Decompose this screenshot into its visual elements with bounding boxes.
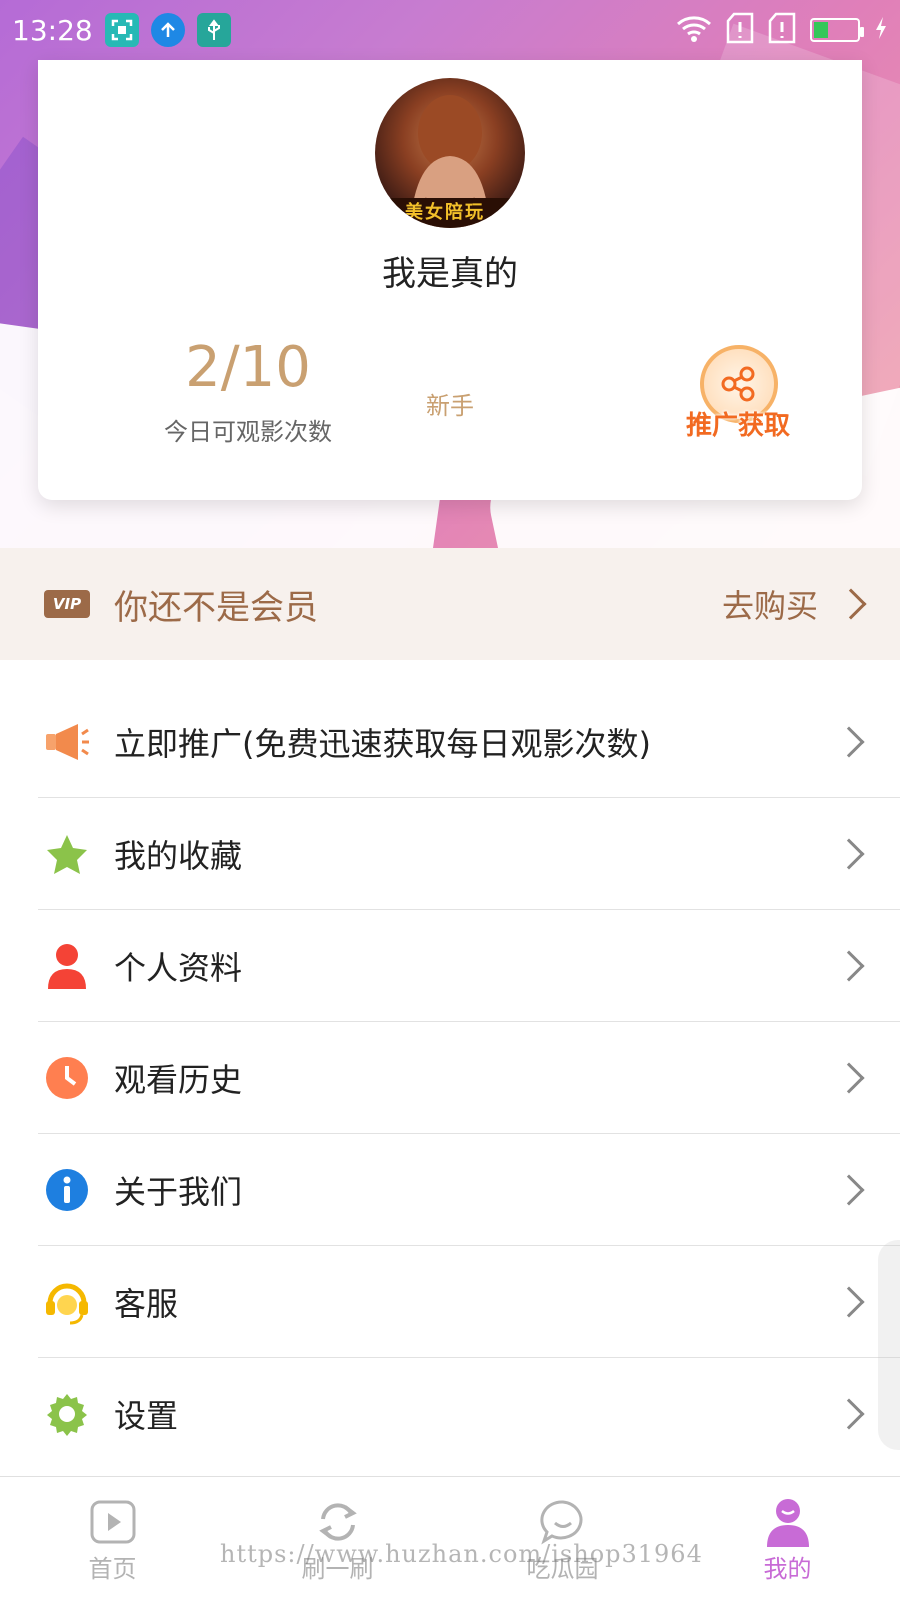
user-level: 新手 <box>426 392 474 420</box>
clock-icon <box>44 1055 90 1101</box>
person-icon <box>44 943 90 989</box>
chevron-right-icon <box>833 1062 865 1094</box>
chevron-right-icon <box>833 1398 865 1430</box>
sim1-icon <box>726 12 754 48</box>
menu-label-profile: 个人资料 <box>114 949 243 987</box>
menu-label-about: 关于我们 <box>114 1173 243 1211</box>
menu-item-about[interactable]: 关于我们 <box>0 1134 900 1246</box>
megaphone-icon <box>44 719 90 765</box>
usb-icon <box>196 13 231 47</box>
vip-buy-link[interactable]: 去购买 <box>722 581 818 627</box>
profile-icon <box>763 1497 813 1547</box>
chevron-right-icon <box>833 1286 865 1318</box>
bottom-tab-bar: 首页 刷一刷 吃瓜园 我的 <box>0 1476 900 1600</box>
wifi-icon <box>676 14 712 46</box>
daily-views-count: 2/10 <box>185 335 311 400</box>
tab-mine[interactable]: 我的 <box>718 1497 858 1584</box>
gear-icon <box>44 1391 90 1437</box>
avatar[interactable]: 美女陪玩 <box>375 78 525 228</box>
menu-list: 立即推广(免费迅速获取每日观影次数) 我的收藏 个人资料 观看历史 关于我们 客… <box>0 686 900 1470</box>
avatar-caption: 美女陪玩 <box>405 202 485 223</box>
vip-status-text: 你还不是会员 <box>114 587 318 628</box>
promo-button[interactable]: 推广获取 <box>668 345 808 455</box>
menu-label-favorites: 我的收藏 <box>114 837 243 875</box>
play-icon <box>88 1497 138 1547</box>
menu-label-promote: 立即推广(免费迅速获取每日观影次数) <box>114 725 651 763</box>
info-icon <box>44 1167 90 1213</box>
profile-card: 美女陪玩 我是真的 2/10 今日可观影次数 新手 推广获取 <box>38 60 862 500</box>
daily-views-label: 今日可观影次数 <box>164 418 332 446</box>
upload-icon <box>150 13 185 47</box>
menu-label-support: 客服 <box>114 1285 179 1323</box>
menu-label-history: 观看历史 <box>114 1061 243 1099</box>
status-time: 13:28 <box>12 13 93 47</box>
promo-label: 推广获取 <box>685 411 790 441</box>
watermark: https://www.huzhan.com/ishop31964 <box>220 1540 703 1568</box>
menu-label-settings: 设置 <box>114 1397 179 1435</box>
tab-label-mine: 我的 <box>763 1555 812 1583</box>
vip-banner[interactable]: VIP 你还不是会员 去购买 <box>0 548 900 660</box>
chevron-right-icon <box>835 588 867 620</box>
sim2-icon <box>768 12 796 48</box>
charging-icon <box>874 16 888 44</box>
chevron-right-icon <box>833 1174 865 1206</box>
username: 我是真的 <box>382 254 518 294</box>
tab-label-home: 首页 <box>88 1555 137 1583</box>
status-bar: 13:28 <box>0 0 900 60</box>
star-icon <box>44 831 90 877</box>
menu-item-support[interactable]: 客服 <box>0 1246 900 1358</box>
menu-item-promote[interactable]: 立即推广(免费迅速获取每日观影次数) <box>0 686 900 798</box>
battery-icon <box>810 18 864 42</box>
vip-icon: VIP <box>44 590 90 618</box>
menu-item-profile[interactable]: 个人资料 <box>0 910 900 1022</box>
menu-item-favorites[interactable]: 我的收藏 <box>0 798 900 910</box>
chevron-right-icon <box>833 726 865 758</box>
side-scroll-handle[interactable] <box>878 1240 900 1450</box>
chevron-right-icon <box>833 838 865 870</box>
tab-home[interactable]: 首页 <box>43 1497 183 1584</box>
menu-item-history[interactable]: 观看历史 <box>0 1022 900 1134</box>
headset-icon <box>44 1279 90 1325</box>
chevron-right-icon <box>833 950 865 982</box>
menu-item-settings[interactable]: 设置 <box>0 1358 900 1470</box>
screenshot-icon <box>104 13 139 47</box>
